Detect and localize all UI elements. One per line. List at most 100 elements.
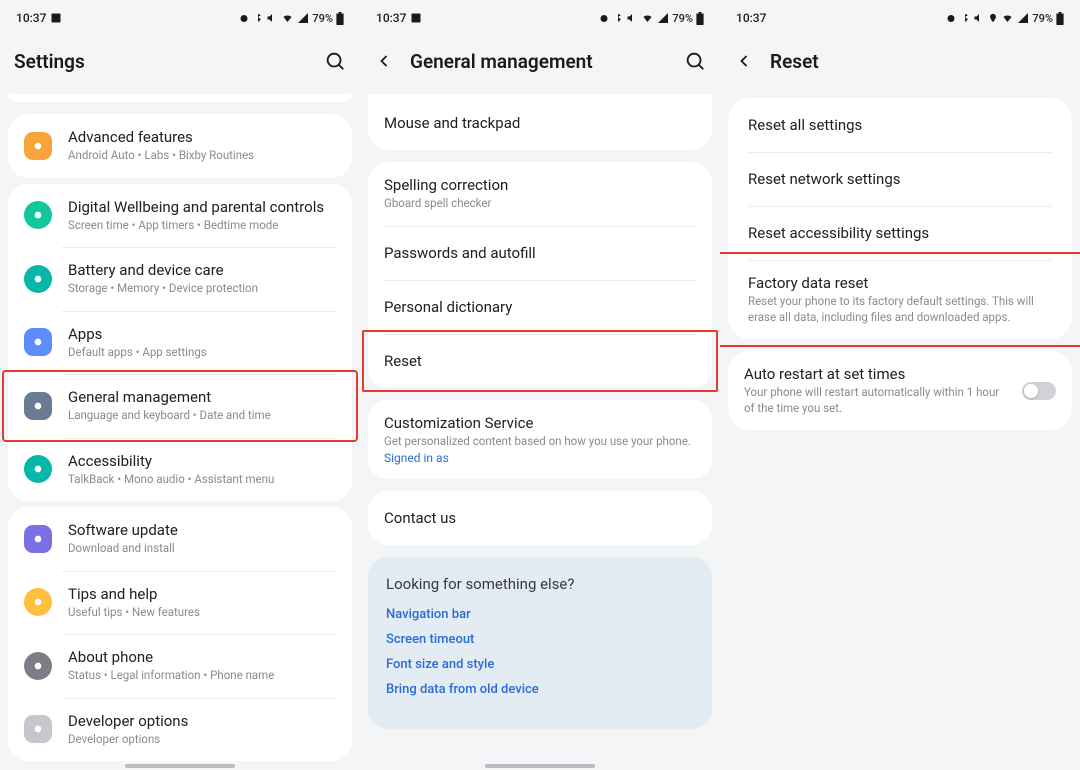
customization-service-item[interactable]: Customization Service Get personalized c… (368, 400, 712, 480)
settings-item[interactable]: Battery and device careStorage • Memory … (8, 247, 352, 311)
settings-item[interactable]: General management Language and keyboard … (8, 374, 352, 438)
bluetooth-icon (613, 12, 623, 24)
reset-item[interactable]: Reset network settings (728, 152, 1072, 206)
about-icon (24, 652, 52, 680)
settings-item[interactable]: AccessibilityTalkBack • Mono audio • Ass… (8, 438, 352, 502)
alarm-icon (238, 12, 250, 24)
nav-pill (125, 764, 235, 768)
settings-item[interactable]: Developer options Developer options (8, 698, 352, 762)
settings-item[interactable]: Tips and helpUseful tips • New features (8, 571, 352, 635)
item-title: Customization Service (384, 414, 696, 432)
settings-item[interactable]: Software updateDownload and install (8, 507, 352, 571)
chevron-left-icon (734, 51, 754, 71)
gm-item[interactable]: Passwords and autofill (368, 226, 712, 280)
contact-us-item[interactable]: Contact us (368, 491, 712, 545)
item-title: General management (68, 388, 336, 406)
item-title: Auto restart at set times (744, 365, 1012, 383)
item-title: Apps (68, 325, 336, 343)
back-button[interactable] (374, 51, 394, 71)
auto-restart-toggle[interactable] (1022, 382, 1056, 400)
wifi-icon (1001, 12, 1014, 24)
devopts-icon (24, 715, 52, 743)
item-title: Reset accessibility settings (748, 224, 1052, 242)
item-sub: Your phone will restart automatically wi… (744, 385, 1012, 416)
item-sub: Reset your phone to its factory default … (748, 294, 1052, 325)
image-icon (50, 12, 62, 24)
gm-item[interactable]: Reset (368, 334, 712, 388)
page-title: Settings (14, 50, 324, 73)
search-icon (324, 50, 346, 72)
battery-pct: 79% (312, 12, 333, 25)
item-title: Passwords and autofill (384, 244, 696, 262)
status-icons: 79% (945, 12, 1064, 25)
image-icon (410, 12, 422, 24)
status-icons: 79% (598, 12, 704, 25)
item-title: Tips and help (68, 585, 336, 603)
status-bar: 10:37 79% (0, 6, 360, 30)
item-title: Factory data reset (748, 274, 1052, 292)
mute-icon (266, 12, 278, 24)
battery-icon (336, 12, 344, 25)
gm-item[interactable]: Personal dictionary (368, 280, 712, 334)
wifi-icon (641, 12, 654, 24)
signal-icon (297, 12, 309, 24)
wifi-icon (281, 12, 294, 24)
gm-item[interactable]: Spelling correctionGboard spell checker (368, 162, 712, 226)
gm-item[interactable]: Mouse and trackpad (368, 96, 712, 150)
item-title: Reset network settings (748, 170, 1052, 188)
settings-card: Software updateDownload and installTips … (8, 507, 352, 761)
accessibility-icon (24, 455, 52, 483)
screen-general-management: 10:37 79% General management Mouse (360, 0, 720, 770)
panel-title: Looking for something else? (386, 575, 694, 593)
item-sub: Language and keyboard • Date and time (68, 408, 336, 424)
chevron-left-icon (374, 51, 394, 71)
item-title: About phone (68, 648, 336, 666)
search-button[interactable] (324, 50, 346, 72)
status-time: 10:37 (16, 11, 46, 25)
item-title: Advanced features (68, 128, 336, 146)
advanced-icon (24, 132, 52, 160)
status-time: 10:37 (736, 11, 766, 25)
auto-restart-card: Auto restart at set times Your phone wil… (728, 351, 1072, 430)
settings-item[interactable]: Digital Wellbeing and parental controlsS… (8, 184, 352, 248)
reset-item[interactable]: Factory data reset Reset your phone to it… (728, 260, 1072, 339)
item-title: Personal dictionary (384, 298, 696, 316)
item-title: Reset (384, 352, 696, 370)
panel-link[interactable]: Navigation bar (386, 607, 694, 622)
settings-item[interactable]: About phone Status • Legal information • … (8, 634, 352, 698)
gm-card-top: Mouse and trackpad (368, 94, 712, 150)
settings-item[interactable]: AppsDefault apps • App settings (8, 311, 352, 375)
back-button[interactable] (734, 51, 754, 71)
alarm-icon (598, 12, 610, 24)
item-title: Reset all settings (748, 116, 1052, 134)
item-title: Digital Wellbeing and parental controls (68, 198, 336, 216)
location-icon (988, 12, 998, 24)
item-sub: TalkBack • Mono audio • Assistant menu (68, 472, 336, 488)
battery-pct: 79% (672, 12, 693, 25)
settings-card: Digital Wellbeing and parental controlsS… (8, 184, 352, 502)
nav-pill (485, 764, 595, 768)
battery-pct: 79% (1032, 12, 1053, 25)
panel-link[interactable]: Screen timeout (386, 632, 694, 647)
panel-link[interactable]: Bring data from old device (386, 682, 694, 697)
status-bar: 10:37 79% (720, 6, 1080, 30)
reset-item[interactable]: Reset all settings (728, 98, 1072, 152)
item-title: Spelling correction (384, 176, 696, 194)
item-title: Developer options (68, 712, 336, 730)
status-bar: 10:37 79% (360, 6, 720, 30)
item-title: Contact us (384, 509, 696, 527)
item-sub: Status • Legal information • Phone name (68, 668, 336, 684)
panel-link[interactable]: Font size and style (386, 657, 694, 672)
item-sub: Android Auto • Labs • Bixby Routines (68, 148, 336, 164)
looking-for-panel: Looking for something else? Navigation b… (368, 557, 712, 729)
settings-item[interactable]: Advanced features Android Auto • Labs • B… (8, 114, 352, 178)
item-title: Mouse and trackpad (384, 114, 696, 132)
auto-restart-item[interactable]: Auto restart at set times Your phone wil… (728, 351, 1072, 430)
wellbeing-icon (24, 201, 52, 229)
search-button[interactable] (684, 50, 706, 72)
reset-item[interactable]: Reset accessibility settings (728, 206, 1072, 260)
signal-icon (1017, 12, 1029, 24)
item-sub: Developer options (68, 732, 336, 748)
signed-in-link[interactable]: Signed in as (384, 451, 696, 465)
item-title: Battery and device care (68, 261, 336, 279)
